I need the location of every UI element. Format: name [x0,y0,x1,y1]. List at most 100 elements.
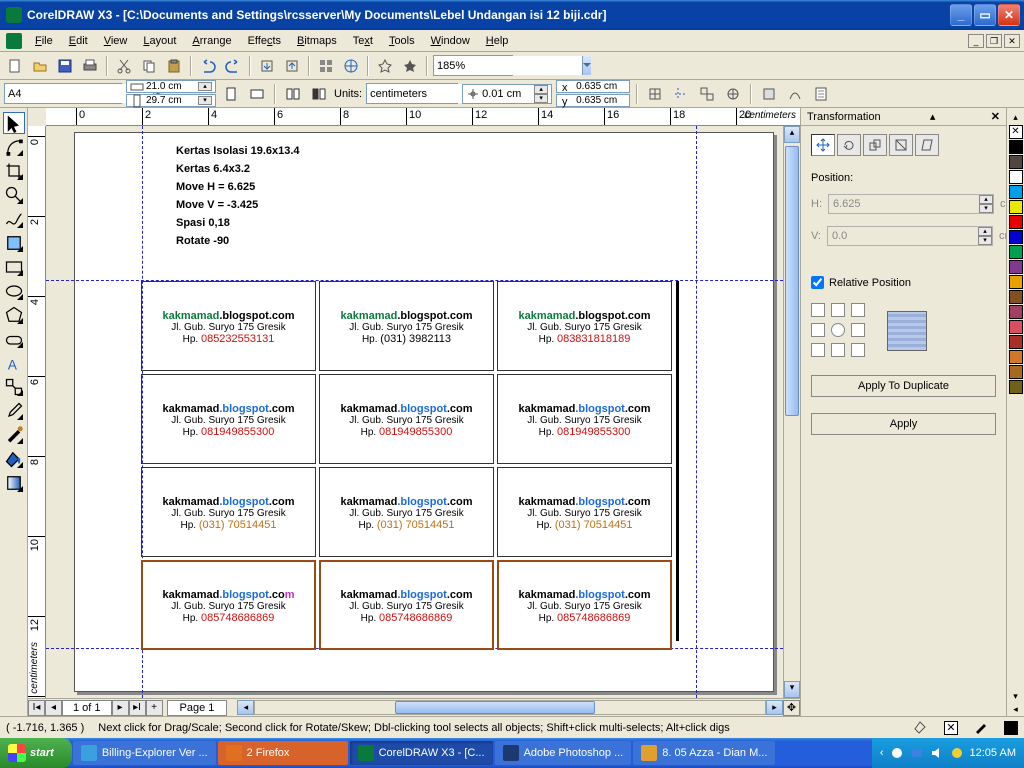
color-swatch[interactable] [1009,380,1023,394]
mdi-close-button[interactable]: ✕ [1004,34,1020,48]
label-card[interactable]: kakmamad.blogspot.comJl. Gub. Suryo 175 … [141,560,316,650]
tray-icon[interactable] [890,746,904,760]
close-button[interactable]: ✕ [998,4,1020,26]
menu-view[interactable]: View [97,33,135,49]
first-page-button[interactable]: I◂ [28,700,45,716]
snap-grid-button[interactable] [644,83,666,105]
pan-button[interactable]: ✥ [783,700,800,716]
taskbar-button[interactable]: 2 Firefox [218,741,348,765]
volume-icon[interactable] [930,746,944,760]
interactive-blend-tool[interactable] [3,376,25,398]
color-swatch[interactable] [1009,230,1023,244]
next-page-button[interactable]: ▸ [112,700,129,716]
shape-tool[interactable] [3,136,25,158]
add-page-button[interactable]: + [146,700,163,716]
v-scroll-thumb[interactable] [785,146,799,416]
menu-file[interactable]: File [28,33,60,49]
palette-flyout-icon[interactable]: ◂ [1009,704,1023,716]
label-card[interactable]: kakmamad.blogspot.comJl. Gub. Suryo 175 … [497,281,672,371]
minimize-button[interactable]: _ [950,4,972,26]
options-button[interactable] [399,55,421,77]
crop-tool[interactable] [3,160,25,182]
palette-up-icon[interactable]: ▴ [1009,112,1023,124]
size-mode-button[interactable] [889,134,913,156]
label-card[interactable]: kakmamad.blogspot.comJl. Gub. Suryo 175 … [319,560,494,650]
note-text[interactable]: Kertas Isolasi 19.6x13.4 Kertas 6.4x3.2 … [176,142,300,250]
menu-effects[interactable]: Effects [241,33,288,49]
taskbar-button[interactable]: 8. 05 Azza - Dian M... [633,741,775,765]
color-swatch[interactable] [1009,305,1023,319]
label-card[interactable]: kakmamad.blogspot.comJl. Gub. Suryo 175 … [141,374,316,464]
label-card[interactable]: kakmamad.blogspot.comJl. Gub. Suryo 175 … [141,281,316,371]
treat-as-filled-button[interactable] [758,83,780,105]
pick-tool[interactable] [3,112,25,134]
maximize-button[interactable]: ▭ [974,4,996,26]
portrait-button[interactable] [220,83,242,105]
h-scroll-track[interactable] [254,700,766,715]
all-pages-button[interactable] [282,83,304,105]
docker-close-icon[interactable]: ✕ [991,110,1000,123]
units-combo[interactable] [366,83,458,104]
open-button[interactable] [29,55,51,77]
taskbar-button[interactable]: CorelDRAW X3 - [C... [350,741,493,765]
apply-duplicate-button[interactable]: Apply To Duplicate [811,375,996,397]
snap-object-button[interactable] [696,83,718,105]
color-swatch[interactable] [1009,290,1023,304]
import-button[interactable] [256,55,278,77]
zoom-dropdown-icon[interactable] [582,56,591,75]
menu-help[interactable]: Help [479,33,516,49]
outline-indicator-icon[interactable] [972,719,990,737]
label-card[interactable]: kakmamad.blogspot.comJl. Gub. Suryo 175 … [319,281,494,371]
label-card[interactable]: kakmamad.blogspot.comJl. Gub. Suryo 175 … [319,467,494,557]
save-button[interactable] [54,55,76,77]
mdi-restore-button[interactable]: ❐ [986,34,1002,48]
redo-button[interactable] [222,55,244,77]
v-position-field[interactable]: ▴▾ [827,226,993,246]
export-button[interactable] [281,55,303,77]
rectangle-tool[interactable] [3,256,25,278]
scroll-down-button[interactable]: ▾ [784,681,800,698]
scroll-right-button[interactable]: ▸ [766,700,783,715]
paper-size-combo[interactable] [4,83,122,104]
label-card[interactable]: kakmamad.blogspot.comJl. Gub. Suryo 175 … [141,467,316,557]
app-launcher-button[interactable] [315,55,337,77]
taskbar-button[interactable]: Billing-Explorer Ver ... [73,741,216,765]
apply-button[interactable]: Apply [811,413,996,435]
dup-y-field[interactable]: y [556,94,630,107]
docker-collapse-icon[interactable]: ▴ [930,110,936,123]
prev-page-button[interactable]: ◂ [45,700,62,716]
page-height-field[interactable]: ▾ [126,94,216,107]
fill-tool[interactable] [3,448,25,470]
new-button[interactable] [4,55,26,77]
anchor-grid[interactable] [811,303,867,359]
snap-dynamic-button[interactable] [722,83,744,105]
tray-icon[interactable] [910,746,924,760]
smart-fill-tool[interactable] [3,232,25,254]
clock[interactable]: 12:05 AM [970,747,1016,759]
label-card[interactable]: kakmamad.blogspot.comJl. Gub. Suryo 175 … [497,374,672,464]
skew-mode-button[interactable] [915,134,939,156]
color-swatch[interactable] [1009,275,1023,289]
menu-arrange[interactable]: Arrange [185,33,238,49]
scroll-left-button[interactable]: ◂ [237,700,254,715]
menu-window[interactable]: Window [424,33,477,49]
start-button[interactable]: start [0,738,72,768]
scale-mode-button[interactable] [863,134,887,156]
label-card[interactable]: kakmamad.blogspot.comJl. Gub. Suryo 175 … [497,467,672,557]
menu-tools[interactable]: Tools [382,33,422,49]
tray-expand-icon[interactable]: ‹ [880,747,884,759]
welcome-button[interactable] [374,55,396,77]
eyedropper-tool[interactable] [3,400,25,422]
landscape-button[interactable] [246,83,268,105]
outline-swatch[interactable] [1004,721,1018,735]
color-swatch[interactable] [1009,245,1023,259]
color-swatch[interactable] [1009,335,1023,349]
fill-indicator-icon[interactable] [912,719,930,737]
page-width-field[interactable]: ▴ [126,80,216,93]
tray-icon[interactable] [950,746,964,760]
menu-edit[interactable]: Edit [62,33,95,49]
snap-guide-button[interactable] [670,83,692,105]
label-grid[interactable]: kakmamad.blogspot.comJl. Gub. Suryo 175 … [141,281,672,650]
color-swatch[interactable] [1009,200,1023,214]
position-mode-button[interactable] [811,134,835,156]
